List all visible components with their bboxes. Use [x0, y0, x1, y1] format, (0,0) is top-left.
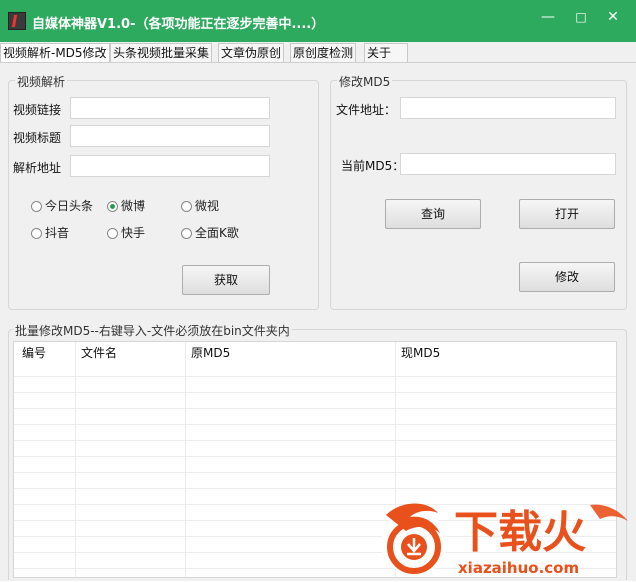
radio-circle-icon [181, 201, 192, 212]
row-line [14, 392, 616, 393]
row-line [14, 376, 616, 377]
column-header-index[interactable]: 编号 [22, 344, 46, 361]
column-header-filename[interactable]: 文件名 [81, 344, 117, 361]
file-address-label: 文件地址： [336, 103, 397, 117]
row-line [14, 472, 616, 473]
tab-article-rewrite[interactable]: 文章伪原创 [218, 43, 285, 62]
batch-md5-legend: 批量修改MD5--右键导入-文件必须放在bin文件夹内 [13, 322, 292, 339]
current-md5-label: 当前MD5： [341, 159, 405, 173]
close-button[interactable]: ✕ [601, 8, 625, 26]
row-line [14, 488, 616, 489]
watermark-text: 下载火 [454, 507, 586, 558]
tab-video-parse-md5[interactable]: 视频解析-MD5修改 [0, 43, 110, 62]
radio-weibo[interactable]: 微博 [107, 197, 145, 213]
row-line [14, 424, 616, 425]
current-md5-input[interactable] [400, 153, 616, 175]
row-line [14, 408, 616, 409]
window-title: 自媒体神器V1.0-（各项功能正在逐步完善中....） [32, 17, 325, 32]
radio-circle-icon [107, 228, 118, 239]
query-button[interactable]: 查询 [385, 199, 481, 229]
video-link-input[interactable] [70, 97, 270, 119]
video-title-input[interactable] [70, 125, 270, 147]
open-button[interactable]: 打开 [519, 199, 615, 229]
column-header-original-md5[interactable]: 原MD5 [191, 344, 230, 361]
file-address-input[interactable] [400, 97, 616, 119]
modify-md5-legend: 修改MD5 [337, 73, 393, 90]
video-title-label: 视频标题 [13, 131, 62, 145]
row-line [14, 440, 616, 441]
parse-address-input[interactable] [70, 155, 270, 177]
radio-quanmin-kge[interactable]: 全面K歌 [181, 224, 239, 240]
title-bar: 自媒体神器V1.0-（各项功能正在逐步完善中....） — □ ✕ [0, 0, 636, 42]
column-divider [185, 342, 186, 577]
list-header: 编号 文件名 原MD5 现MD5 [14, 342, 616, 360]
parse-address-label: 解析地址 [13, 161, 62, 175]
minimize-button[interactable]: — [536, 8, 560, 26]
radio-kuaishou[interactable]: 快手 [107, 224, 145, 240]
maximize-button[interactable]: □ [569, 8, 593, 26]
radio-checked-icon [107, 201, 118, 212]
watermark-url: xiazaihuo.com [458, 559, 579, 577]
modify-button[interactable]: 修改 [519, 262, 615, 292]
row-line [14, 456, 616, 457]
radio-toutiao[interactable]: 今日头条 [31, 197, 93, 213]
radio-circle-icon [181, 228, 192, 239]
fetch-button[interactable]: 获取 [182, 265, 270, 295]
radio-circle-icon [31, 228, 42, 239]
video-parse-legend: 视频解析 [15, 73, 68, 90]
column-header-current-md5[interactable]: 现MD5 [401, 344, 440, 361]
xiazaihuo-watermark: 下载火 xiazaihuo.com [372, 495, 634, 579]
tab-toutiao-batch[interactable]: 头条视频批量采集 [110, 43, 213, 62]
radio-circle-icon [31, 201, 42, 212]
radio-douyin[interactable]: 抖音 [31, 224, 69, 240]
app-logo-icon [8, 12, 26, 30]
tab-originality-check[interactable]: 原创度检测 [290, 43, 357, 62]
xiazaihuo-logo-icon: 下载火 xiazaihuo.com [381, 503, 628, 577]
tab-about[interactable]: 关于 [364, 43, 408, 62]
modify-md5-group: 修改MD5 文件地址： 当前MD5： 查询 打开 修改 [330, 73, 627, 310]
video-link-label: 视频链接 [13, 103, 62, 117]
radio-weishi[interactable]: 微视 [181, 197, 219, 213]
column-divider [75, 342, 76, 577]
tab-bar: 视频解析-MD5修改 头条视频批量采集 文章伪原创 原创度检测 关于 [0, 42, 636, 63]
video-parse-group: 视频解析 视频链接 视频标题 解析地址 今日头条 微博 微视 抖音 快手 全面K… [8, 73, 319, 310]
